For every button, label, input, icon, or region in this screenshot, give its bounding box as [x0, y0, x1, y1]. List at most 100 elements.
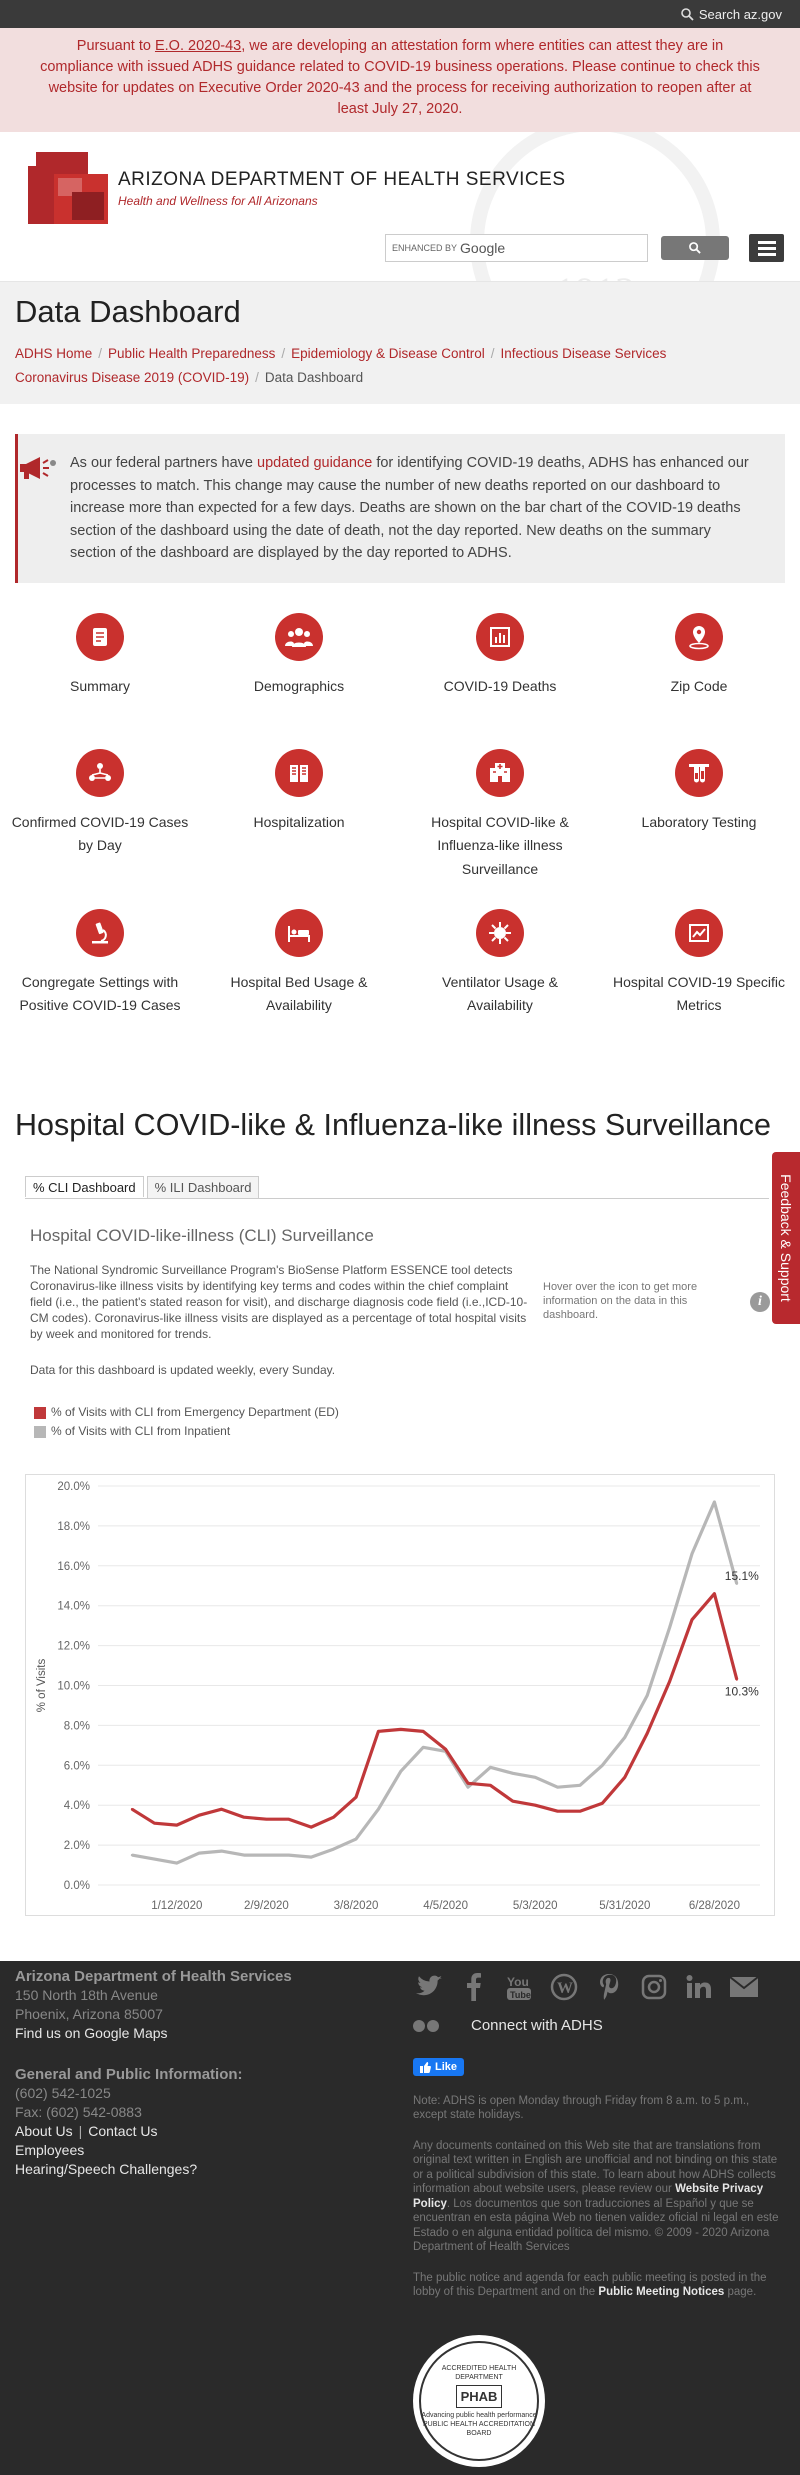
youtube-icon[interactable]: You Tube	[503, 1971, 535, 2003]
facebook-icon[interactable]	[458, 1971, 490, 2003]
site-search-button[interactable]	[661, 236, 729, 260]
y-tick-label: 16.0%	[57, 1561, 90, 1573]
feedback-support-tab[interactable]: Feedback & Support	[772, 1152, 800, 1324]
data-point-inpatient	[578, 1784, 582, 1787]
breadcrumb-public-health-preparedness[interactable]: Public Health Preparedness	[108, 346, 275, 361]
dashboard-link-congregate-settings[interactable]: Congregate Settings with Positive COVID-…	[10, 908, 190, 1018]
about-us-link[interactable]: About Us	[15, 2123, 73, 2139]
dashboard-link-hospitalization[interactable]: Hospitalization	[209, 748, 389, 835]
dashboard-tabs: % CLI Dashboard % ILI Dashboard	[25, 1176, 769, 1199]
dashboard-link-summary[interactable]: Summary	[10, 612, 190, 699]
dashboard-link-label: Hospitalization	[253, 813, 345, 830]
updated-guidance-link[interactable]: updated guidance	[257, 455, 372, 471]
top-utility-bar: Search az.gov	[0, 0, 800, 28]
dashboard-link-hospital-metrics[interactable]: Hospital COVID-19 Specific Metrics	[609, 908, 789, 1018]
breadcrumb-separator: /	[98, 346, 103, 361]
svg-text:W: W	[557, 1980, 573, 1997]
y-tick-label: 20.0%	[57, 1481, 90, 1493]
facebook-like-button[interactable]: Like	[413, 2058, 465, 2076]
menu-button[interactable]	[749, 234, 784, 262]
phab-top-text: ACCREDITED HEALTH DEPARTMENT	[441, 2365, 517, 2381]
legend-item-inpatient[interactable]: % of Visits with CLI from Inpatient	[34, 1422, 339, 1441]
alert-banner: Pursuant to E.O. 2020-43, we are develop…	[0, 28, 800, 132]
breadcrumb-epidemiology[interactable]: Epidemiology & Disease Control	[291, 346, 485, 361]
breadcrumb-separator: /	[281, 346, 286, 361]
dashboard-link-confirmed-cases[interactable]: Confirmed COVID-19 Cases by Day	[10, 748, 190, 858]
phab-seal-ring: ACCREDITED HEALTH DEPARTMENT PHAB Advanc…	[419, 2341, 539, 2461]
y-tick-label: 12.0%	[57, 1641, 90, 1653]
google-label: Google	[460, 240, 506, 256]
tab-ili-dashboard[interactable]: % ILI Dashboard	[146, 1176, 260, 1198]
dashboard-link-demographics[interactable]: Demographics	[209, 612, 389, 699]
contact-us-link[interactable]: Contact Us	[88, 2123, 157, 2139]
data-point-ed	[332, 1815, 335, 1819]
twitter-icon[interactable]	[413, 1971, 445, 2003]
data-point-inpatient	[399, 1770, 402, 1773]
google-maps-link[interactable]: Find us on Google Maps	[15, 2025, 168, 2041]
info-icon[interactable]: i	[750, 1292, 770, 1312]
y-tick-label: 2.0%	[64, 1840, 90, 1852]
data-point-ed	[556, 1809, 559, 1813]
adhs-logo[interactable]: ARIZONA DEPARTMENT OF HEALTH SERVICES He…	[28, 152, 566, 224]
breadcrumb-infectious-disease[interactable]: Infectious Disease Services	[501, 346, 667, 361]
tab-cli-dashboard[interactable]: % CLI Dashboard	[25, 1176, 144, 1197]
page-title: Data Dashboard	[15, 294, 241, 329]
footer-general-title: General and Public Information:	[15, 2066, 243, 2083]
adhs-logo-mark	[28, 152, 108, 224]
svg-text:Tube: Tube	[510, 1990, 531, 2000]
dashboard-link-ventilator-usage[interactable]: Ventilator Usage & Availability	[410, 908, 590, 1018]
virus-icon	[476, 908, 524, 957]
site-search-input[interactable]: ENHANCED BY Google	[385, 234, 648, 262]
legend-label-ed: % of Visits with CLI from Emergency Depa…	[51, 1405, 339, 1419]
legend-label-inpatient: % of Visits with CLI from Inpatient	[51, 1424, 231, 1438]
footer-address-line1: 150 North 18th Avenue	[15, 1987, 158, 2003]
cli-update-note: Data for this dashboard is updated weekl…	[30, 1363, 336, 1377]
data-point-ed	[668, 1680, 671, 1683]
email-icon[interactable]	[728, 1971, 760, 2003]
data-point-inpatient	[623, 1736, 626, 1739]
data-point-inpatient	[287, 1853, 290, 1857]
phab-accreditation-seal[interactable]: ACCREDITED HEALTH DEPARTMENT PHAB Advanc…	[413, 2335, 545, 2467]
pinterest-icon[interactable]	[593, 1971, 625, 2003]
dashboard-link-label: Confirmed COVID-19 Cases by Day	[11, 813, 189, 854]
data-point-ed	[623, 1776, 626, 1779]
data-point-inpatient	[735, 1582, 738, 1585]
wordpress-icon[interactable]: W	[548, 1971, 580, 2003]
dashboard-link-cli-ili-surveillance[interactable]: Hospital COVID-like & Influenza-like ill…	[410, 748, 590, 882]
dashboard-link-zip-code[interactable]: Zip Code	[609, 612, 789, 699]
x-tick-label: 6/28/2020	[689, 1900, 740, 1912]
enhanced-by-label: ENHANCED BY	[392, 243, 458, 253]
connect-with-adhs[interactable]: Connect with ADHS	[413, 2017, 783, 2034]
data-point-inpatient	[713, 1500, 716, 1504]
data-point-ed	[713, 1592, 716, 1595]
y-tick-label: 4.0%	[64, 1800, 90, 1812]
data-point-ed	[534, 1804, 537, 1807]
dashboard-link-hospital-bed-usage[interactable]: Hospital Bed Usage & Availability	[209, 908, 389, 1018]
linkedin-icon[interactable]	[683, 1971, 715, 2003]
data-point-ed	[422, 1730, 425, 1733]
public-meeting-notices-link[interactable]: Public Meeting Notices	[598, 2286, 724, 2298]
breadcrumb-covid-19[interactable]: Coronavirus Disease 2019 (COVID-19)	[15, 370, 249, 385]
notice-text-start: As our federal partners have	[70, 455, 257, 471]
data-point-ed	[489, 1784, 492, 1787]
data-point-inpatient	[601, 1764, 604, 1767]
breadcrumb-separator: /	[490, 346, 495, 361]
hamburger-icon-bar	[757, 246, 776, 250]
data-point-ed	[399, 1728, 402, 1731]
chart-legend: % of Visits with CLI from Emergency Depa…	[34, 1403, 339, 1441]
dashboard-link-covid-deaths[interactable]: COVID-19 Deaths	[410, 612, 590, 699]
legend-item-ed[interactable]: % of Visits with CLI from Emergency Depa…	[34, 1403, 339, 1422]
data-point-ed	[265, 1817, 268, 1821]
notice-item: As our federal partners have updated gui…	[50, 452, 756, 565]
end-data-label-inpatient: 15.1%	[725, 1569, 759, 1583]
breadcrumb-adhs-home[interactable]: ADHS Home	[15, 346, 92, 361]
instagram-icon[interactable]	[638, 1971, 670, 2003]
employees-link[interactable]: Employees	[15, 2142, 84, 2158]
eo-link[interactable]: E.O. 2020-43	[155, 38, 241, 54]
hearing-speech-link[interactable]: Hearing/Speech Challenges?	[15, 2161, 197, 2177]
search-az-gov-link[interactable]: Search az.gov	[681, 7, 782, 22]
data-point-ed	[444, 1748, 447, 1751]
dashboard-link-label: Congregate Settings with Positive COVID-…	[19, 973, 181, 1014]
dashboard-link-laboratory-testing[interactable]: Laboratory Testing	[609, 748, 789, 835]
x-tick-label: 1/12/2020	[151, 1900, 202, 1912]
